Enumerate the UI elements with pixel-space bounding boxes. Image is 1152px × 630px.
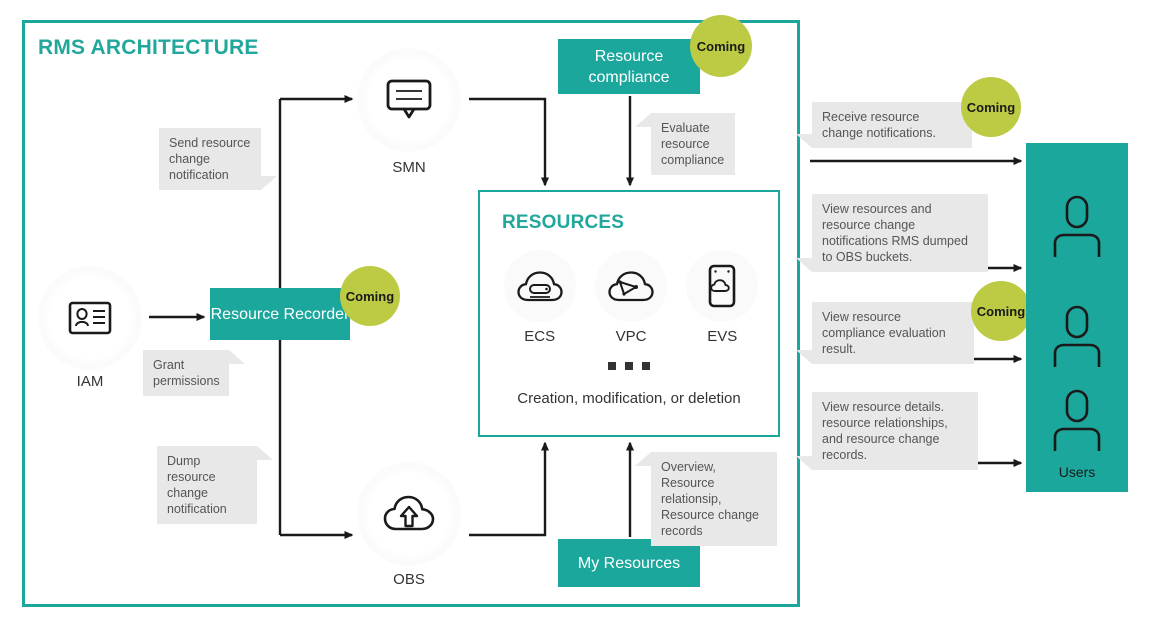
callout-tail <box>261 176 277 190</box>
callout-tail <box>635 113 651 127</box>
users-panel-label: Users <box>1058 464 1096 480</box>
callout-send-change: Send resource change notification <box>159 128 277 190</box>
service-node-obs[interactable] <box>363 468 455 560</box>
speech-bubble-icon <box>386 79 432 121</box>
coming-badge-label: Coming <box>966 99 1016 115</box>
callout-tail <box>796 134 812 148</box>
resource-item-ecs[interactable]: ECS <box>498 250 582 345</box>
callout-evaluate-compliance: Evaluate resource compliance <box>635 113 735 175</box>
callout-user-action-1: Receive resource change notifications. <box>796 102 972 148</box>
cloud-upload-icon <box>383 493 435 535</box>
user-icon <box>1048 303 1106 371</box>
node-my-resources[interactable]: My Resources <box>558 539 700 587</box>
callout-text: Overview, Resource relationsip, Resource… <box>661 460 759 538</box>
service-node-smn[interactable] <box>363 54 455 146</box>
node-resource-compliance-label: Resource compliance <box>588 47 670 86</box>
service-label-iam: IAM <box>76 373 104 390</box>
callout-text: Evaluate resource compliance <box>661 121 725 167</box>
callout-tail <box>796 258 812 272</box>
callout-text: View resources and resource change notif… <box>822 202 968 264</box>
coming-badge-recorder: Coming <box>340 266 400 326</box>
diagram-canvas: RMS ARCHITECTURE IAM SMN OBS Resource Re… <box>0 0 1152 630</box>
callout-tail <box>635 452 651 466</box>
user-icon <box>1048 387 1106 455</box>
resource-item-vpc[interactable]: VPC <box>589 250 673 345</box>
callout-grant-permissions: Grant permissions <box>143 350 245 396</box>
callout-tail <box>796 456 812 470</box>
coming-badge-compliance: Coming <box>690 15 752 77</box>
ellipsis-dot <box>625 362 633 370</box>
callout-user-action-2: View resources and resource change notif… <box>796 194 988 272</box>
resources-caption: Creation, modification, or deletion <box>517 390 741 407</box>
resource-item-evs[interactable]: EVS <box>680 250 764 345</box>
coming-badge-evaluation-result: Coming <box>971 281 1031 341</box>
ellipsis-dot <box>642 362 650 370</box>
coming-badge-label: Coming <box>345 288 395 304</box>
service-node-iam[interactable] <box>44 272 136 364</box>
service-label-smn: SMN <box>392 159 426 176</box>
callout-text: Send resource change notification <box>169 136 251 182</box>
resource-label-vpc: VPC <box>615 328 647 345</box>
resources-panel-title: RESOURCES <box>502 212 625 233</box>
resource-label-ecs: ECS <box>524 328 556 345</box>
resources-panel: RESOURCES ECS VPC EVS Creation, modifica… <box>478 190 780 437</box>
cloud-disk-icon <box>686 250 759 322</box>
node-resource-recorder[interactable]: Resource Recorder <box>210 288 350 340</box>
callout-tail <box>229 350 245 364</box>
resources-icon-row: ECS VPC EVS <box>494 250 768 345</box>
service-label-obs: OBS <box>393 571 425 588</box>
callout-dump-change: Dump resource change notification <box>157 446 273 524</box>
callout-tail <box>257 446 273 460</box>
coming-badge-label: Coming <box>976 303 1026 319</box>
user-icon <box>1048 193 1106 261</box>
callout-text: View resource details. resource relation… <box>822 400 948 462</box>
cloud-network-icon <box>594 250 667 322</box>
node-my-resources-label: My Resources <box>577 554 681 572</box>
node-resource-recorder-label: Resource Recorder <box>210 305 350 323</box>
page-title: RMS ARCHITECTURE <box>38 36 259 59</box>
callout-text: View resource compliance evaluation resu… <box>822 310 946 356</box>
resources-ellipsis <box>480 362 778 370</box>
cloud-server-icon <box>503 250 576 322</box>
resource-label-evs: EVS <box>707 328 738 345</box>
id-card-icon <box>68 301 112 335</box>
callout-user-action-3: View resource compliance evaluation resu… <box>796 302 974 364</box>
callout-text: Dump resource change notification <box>167 454 227 516</box>
callout-text: Receive resource change notifications. <box>822 110 936 140</box>
callout-user-action-4: View resource details. resource relation… <box>796 392 978 470</box>
coming-badge-label: Coming <box>696 38 746 54</box>
callout-text: Grant permissions <box>153 358 220 388</box>
users-panel: Users <box>1026 143 1128 492</box>
callout-tail <box>796 350 812 364</box>
coming-badge-receive: Coming <box>961 77 1021 137</box>
node-resource-compliance[interactable]: Resource compliance <box>558 39 700 94</box>
callout-overview: Overview, Resource relationsip, Resource… <box>635 452 777 546</box>
ellipsis-dot <box>608 362 616 370</box>
